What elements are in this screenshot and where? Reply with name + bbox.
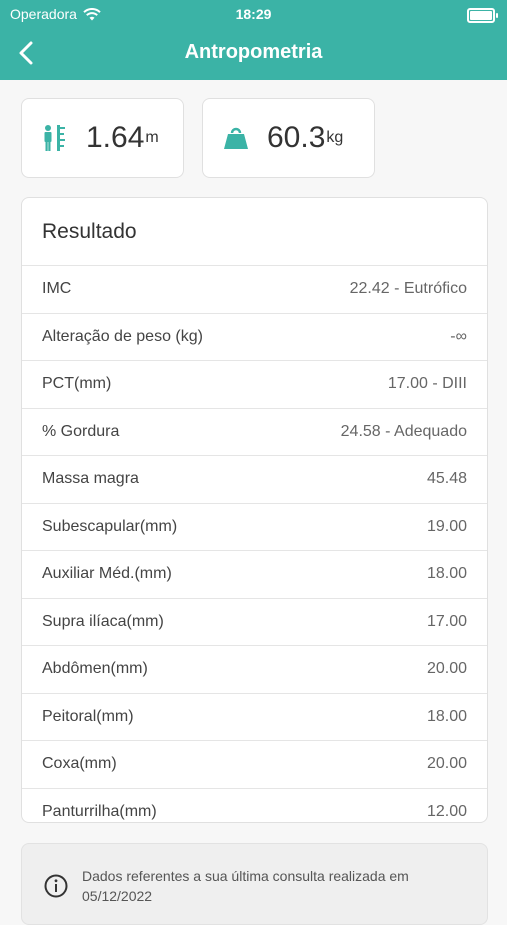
result-row-weight-change: Alteração de peso (kg) -∞ (22, 314, 487, 361)
weight-value: 60.3 (267, 121, 326, 154)
row-value: 22.42 - Eutrófico (349, 280, 467, 298)
result-row-abdomen: Abdômen(mm) 20.00 (22, 646, 487, 694)
row-label: Supra ilíaca(mm) (42, 612, 164, 630)
result-row-subscapular: Subescapular(mm) 19.00 (22, 504, 487, 551)
result-row-midaxillary: Auxiliar Méd.(mm) 18.00 (22, 551, 487, 599)
row-label: Abdômen(mm) (42, 660, 148, 678)
result-row-imc: IMC 22.42 - Eutrófico (22, 266, 487, 314)
weight-unit: kg (326, 129, 344, 146)
height-ruler-icon (42, 124, 68, 152)
result-row-lean-mass: Massa magra 45.48 (22, 456, 487, 504)
row-value: 18.00 (426, 565, 467, 583)
row-value: 17.00 (426, 612, 467, 630)
result-row-chest: Peitoral(mm) 18.00 (22, 694, 487, 741)
row-value: 12.00 (426, 802, 467, 820)
clock: 18:29 (235, 6, 272, 22)
row-label: Subescapular(mm) (42, 517, 178, 535)
height-value: 1.64 (86, 121, 145, 154)
row-label: Coxa(mm) (42, 755, 117, 773)
row-label: IMC (42, 280, 72, 298)
row-label: Auxiliar Méd.(mm) (42, 565, 172, 583)
weight-icon (223, 124, 249, 152)
top-bar: Operadora 18:29 Antropometria (0, 0, 507, 80)
row-value: 17.00 - DIII (387, 375, 467, 393)
row-value: 45.48 (426, 470, 467, 488)
row-label: PCT(mm) (42, 375, 112, 393)
height-unit: m (145, 129, 159, 146)
row-label: Panturrilha(mm) (42, 802, 157, 820)
result-row-pct: PCT(mm) 17.00 - DIII (22, 361, 487, 409)
page-title: Antropometria (184, 41, 323, 63)
results-card: Resultado IMC 22.42 - Eutrófico Alteraçã… (21, 197, 488, 823)
row-label: Massa magra (42, 470, 139, 488)
info-text: Dados referentes a sua última consulta r… (82, 868, 409, 904)
result-row-suprailiac: Supra ilíaca(mm) 17.00 (22, 599, 487, 646)
result-row-calf: Panturrilha(mm) 12.00 (22, 789, 487, 823)
row-value: 18.00 (426, 707, 467, 725)
row-value: 20.00 (426, 755, 467, 773)
row-value: 24.58 - Adequado (340, 422, 467, 440)
row-value: -∞ (450, 327, 467, 345)
info-icon (44, 874, 68, 898)
results-title: Resultado (22, 198, 487, 266)
row-label: % Gordura (42, 422, 120, 440)
row-value: 19.00 (426, 517, 467, 535)
row-label: Peitoral(mm) (42, 707, 134, 725)
battery-icon (467, 8, 498, 23)
row-value: 20.00 (426, 660, 467, 678)
row-label: Alteração de peso (kg) (42, 327, 203, 345)
result-row-body-fat: % Gordura 24.58 - Adequado (22, 409, 487, 456)
weight-card: 60.3 kg (202, 98, 375, 178)
height-card: 1.64 m (21, 98, 184, 178)
navigation-bar: Antropometria (0, 28, 507, 80)
result-row-thigh: Coxa(mm) 20.00 (22, 741, 487, 789)
status-bar: Operadora 18:29 (0, 0, 507, 28)
info-banner: Dados referentes a sua última consulta r… (21, 843, 488, 925)
